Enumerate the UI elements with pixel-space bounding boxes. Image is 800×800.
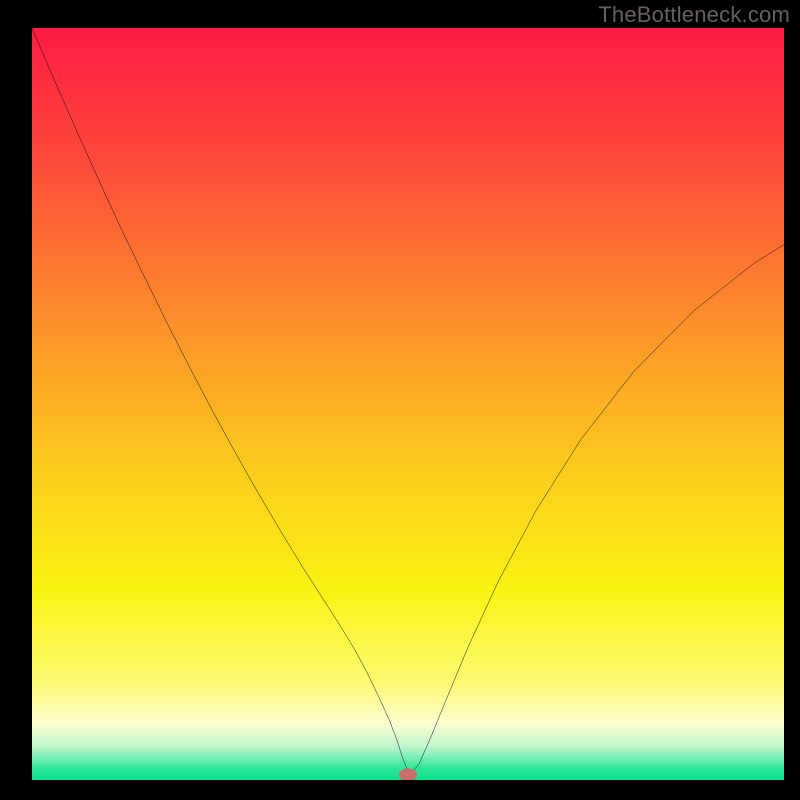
bottleneck-chart-svg [32,28,784,780]
gradient-background [32,28,784,780]
watermark-text: TheBottleneck.com [598,2,790,28]
chart-frame: TheBottleneck.com [0,0,800,800]
plot-area [32,28,784,780]
